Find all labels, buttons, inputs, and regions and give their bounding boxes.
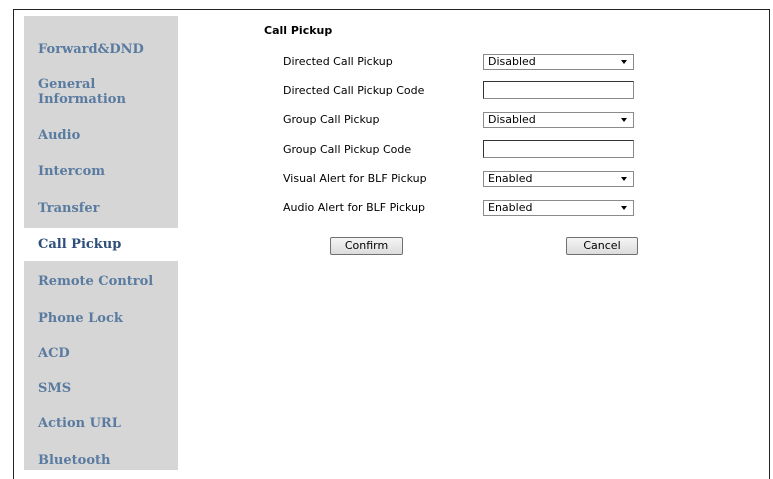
group-call-pickup-select[interactable]: Disabled	[483, 112, 634, 128]
directed-call-pickup-label: Directed Call Pickup	[283, 55, 393, 68]
visual-alert-blf-pickup-label: Visual Alert for BLF Pickup	[283, 172, 427, 185]
cancel-button[interactable]: Cancel	[566, 237, 638, 255]
visual-alert-blf-pickup-select[interactable]: Enabled	[483, 171, 634, 187]
group-call-pickup-code-label: Group Call Pickup Code	[283, 143, 412, 156]
audio-alert-blf-pickup-value: Enabled	[488, 201, 533, 214]
directed-call-pickup-select[interactable]: Disabled	[483, 54, 634, 70]
visual-alert-blf-pickup-value: Enabled	[488, 172, 533, 185]
main-content: Call Pickup Directed Call Pickup Disable…	[0, 0, 773, 470]
chevron-down-icon	[621, 177, 627, 181]
group-call-pickup-code-input[interactable]	[483, 140, 634, 158]
group-call-pickup-value: Disabled	[488, 113, 536, 126]
group-call-pickup-label: Group Call Pickup	[283, 113, 380, 126]
directed-call-pickup-value: Disabled	[488, 55, 536, 68]
section-title: Call Pickup	[264, 24, 333, 37]
chevron-down-icon	[621, 206, 627, 210]
directed-call-pickup-code-label: Directed Call Pickup Code	[283, 84, 425, 97]
directed-call-pickup-code-input[interactable]	[483, 81, 634, 99]
chevron-down-icon	[621, 118, 627, 122]
chevron-down-icon	[621, 60, 627, 64]
confirm-button[interactable]: Confirm	[330, 237, 403, 255]
audio-alert-blf-pickup-label: Audio Alert for BLF Pickup	[283, 201, 426, 214]
audio-alert-blf-pickup-select[interactable]: Enabled	[483, 200, 634, 216]
